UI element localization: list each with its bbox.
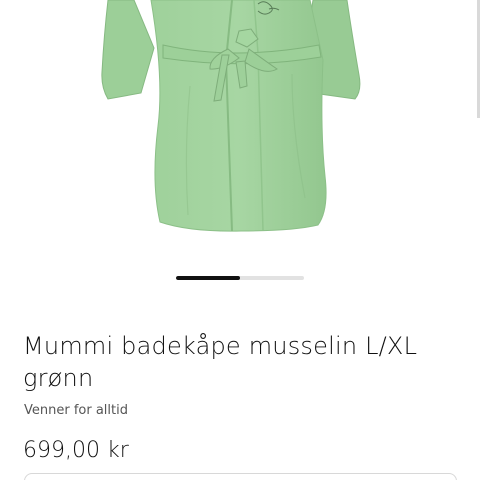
product-price: 699,00 kr	[23, 438, 129, 463]
product-page: Mummi badekåpe musselin L/XL grønn Venne…	[0, 0, 480, 480]
product-title: Mummi badekåpe musselin L/XL grønn	[23, 332, 418, 392]
brand-link[interactable]: Venner for alltid	[24, 403, 128, 419]
product-image[interactable]	[0, 0, 480, 245]
purchase-options-card[interactable]	[24, 473, 457, 480]
image-carousel-progress	[176, 276, 304, 280]
image-carousel-progress-fill	[176, 276, 240, 280]
robe-left-sleeve-icon	[101, 0, 155, 100]
bathrobe-image-icon	[101, 0, 361, 232]
